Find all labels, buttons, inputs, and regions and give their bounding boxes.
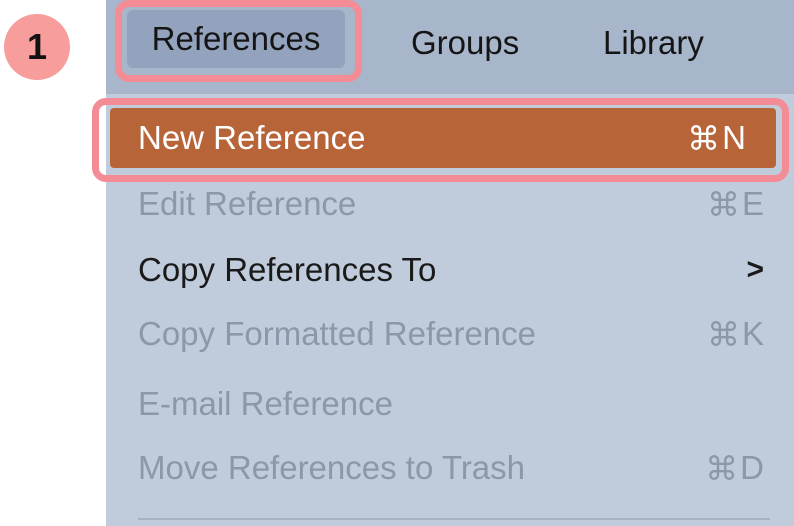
menu-item-copy-formatted-reference[interactable]: Copy Formatted Reference ⌘ K	[106, 304, 794, 364]
menu-item-new-reference[interactable]: New Reference ⌘ N	[110, 108, 776, 168]
submenu-chevron-icon: >	[746, 253, 764, 286]
menu-item-email-reference[interactable]: E-mail Reference	[106, 374, 794, 434]
shortcut-key: K	[741, 315, 764, 352]
shortcut-key: N	[722, 119, 746, 156]
menu-item-label: New Reference	[138, 119, 366, 156]
command-key-icon: ⌘	[705, 449, 739, 487]
shortcut-hint: ⌘ E	[707, 185, 764, 224]
command-key-icon: ⌘	[706, 185, 740, 223]
command-key-icon: ⌘	[706, 315, 740, 353]
menu-item-label: Move References to Trash	[138, 449, 526, 486]
shortcut-hint: ⌘ K	[707, 315, 764, 354]
menu-item-label: Edit Reference	[138, 185, 357, 222]
menu-library[interactable]: Library	[603, 24, 704, 62]
menu-item-copy-references-to[interactable]: Copy References To >	[106, 240, 794, 300]
shortcut-key: E	[741, 185, 764, 222]
menu-item-label: Copy References To	[138, 251, 437, 288]
menu-groups[interactable]: Groups	[411, 24, 519, 62]
shortcut-hint: ⌘ D	[705, 449, 764, 488]
menu-item-move-references-to-trash[interactable]: Move References to Trash ⌘ D	[106, 438, 794, 498]
menu-item-label: Copy Formatted Reference	[138, 315, 537, 352]
step-number-badge: 1	[4, 14, 70, 80]
menu-item-label: E-mail Reference	[138, 385, 393, 422]
menu-item-edit-reference[interactable]: Edit Reference ⌘ E	[106, 174, 794, 234]
shortcut-key: D	[740, 449, 764, 486]
menu-separator	[138, 518, 770, 520]
command-key-icon: ⌘	[687, 119, 721, 157]
menu-bar: References Groups Library	[106, 0, 794, 94]
shortcut-hint: ⌘ N	[687, 119, 746, 158]
references-dropdown-menu: New Reference ⌘ N Edit Reference ⌘ E Cop…	[106, 94, 794, 526]
menu-references[interactable]: References	[127, 10, 345, 68]
